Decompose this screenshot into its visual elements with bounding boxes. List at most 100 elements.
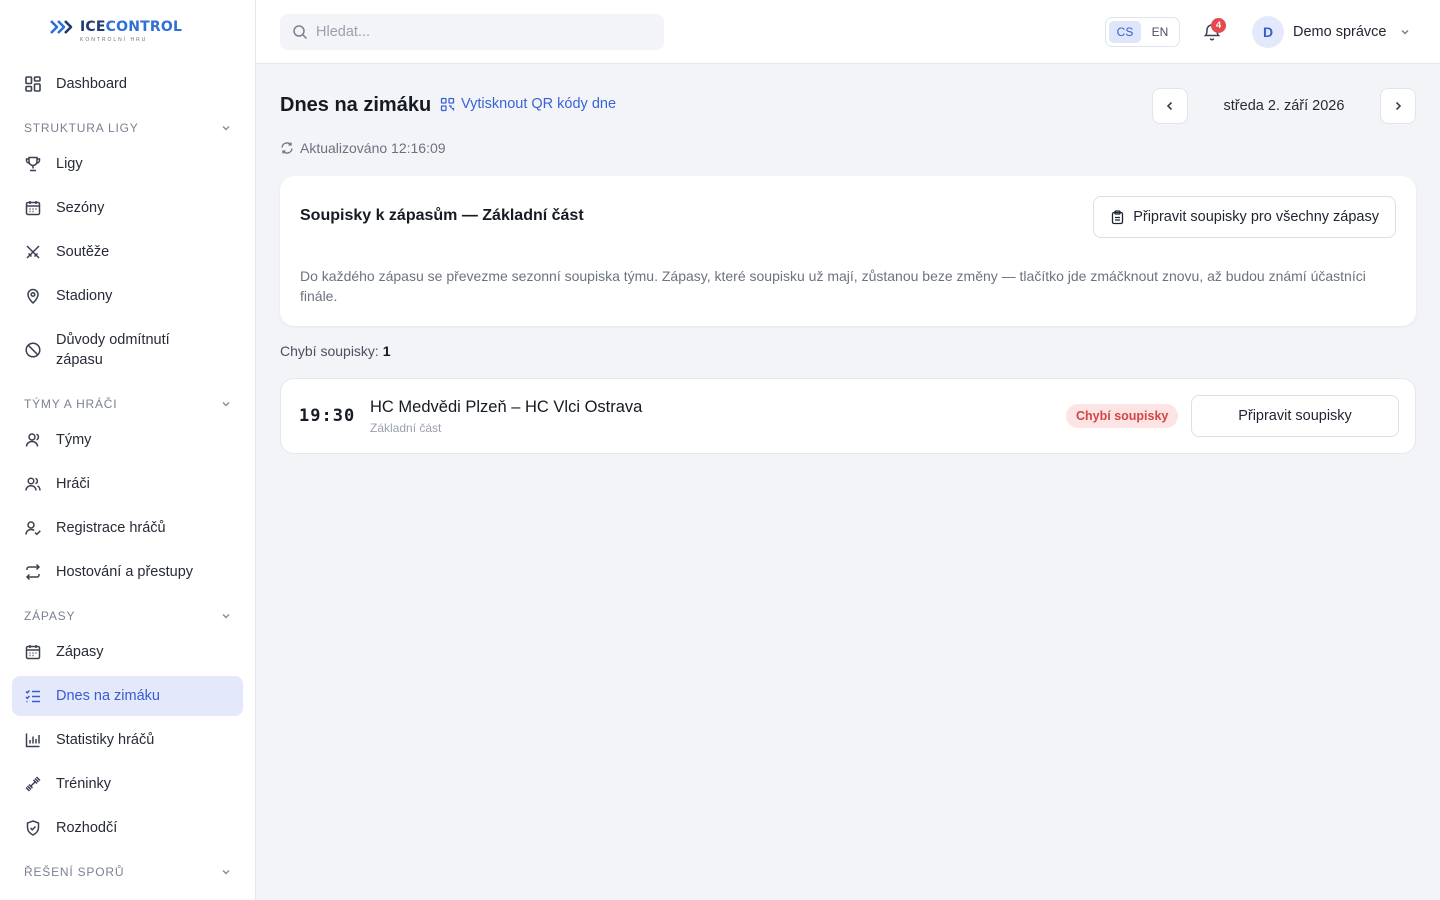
rosters-card-title: Soupisky k zápasům — Základní část [300, 207, 584, 224]
sidebar-item-label: Soutěže [56, 244, 110, 260]
sidebar-item-label: Tréninky [56, 776, 112, 792]
chevron-down-icon [222, 401, 230, 407]
sidebar-item-rejection-reasons[interactable]: Důvody odmítnutí zápasu [12, 322, 243, 378]
sidebar-item-today-on-ice[interactable]: Dnes na zimáku [12, 676, 243, 716]
prepare-rosters-button[interactable]: Připravit soupisky [1191, 395, 1399, 437]
missing-rosters-summary: Chybí soupisky: 1 [280, 343, 391, 359]
rosters-card-description: Do každého zápasu se převezme sezonní so… [300, 268, 1366, 304]
sidebar-item-player-registration[interactable]: Registrace hráčů [12, 510, 243, 546]
print-qr-codes-label: Vytisknout QR kódy dne [461, 96, 617, 112]
clipboard-list-icon [1112, 209, 1124, 224]
sidebar-item-label: Zápasy [56, 644, 104, 660]
sidebar-item-label: Statistiky hráčů [56, 732, 155, 748]
section-title: TÝMY A HRÁČI [24, 397, 118, 411]
qr-code-icon [440, 97, 455, 111]
map-pin-icon [24, 287, 42, 305]
sidebar-item-matches[interactable]: Zápasy [12, 634, 243, 670]
chevron-down-icon [222, 869, 230, 875]
sidebar-item-label: Důvody odmítnutí zápasu [56, 332, 170, 368]
match-time: 19:30 [299, 406, 356, 426]
sidebar-item-players[interactable]: Hráči [12, 466, 243, 502]
language-option-cs[interactable]: CS [1109, 21, 1141, 43]
sidebar-item-label: Rozhodčí [56, 820, 118, 836]
dashboard-grid-icon [24, 75, 42, 93]
sidebar-item-player-stats[interactable]: Statistiky hráčů [12, 722, 243, 758]
section-title: STRUKTURA LIGY [24, 121, 139, 135]
sidebar-item-dashboard[interactable]: Dashboard [12, 66, 243, 102]
refresh-icon[interactable] [280, 141, 294, 155]
language-option-en[interactable]: EN [1144, 21, 1176, 43]
logo-chevrons-icon [50, 19, 74, 35]
next-day-button[interactable] [1379, 88, 1416, 124]
sidebar-item-label: Týmy [56, 432, 92, 448]
user-name: Demo správce [1293, 24, 1387, 40]
sidebar-item-leagues[interactable]: Ligy [12, 146, 243, 182]
sidebar-item-loans-transfers[interactable]: Hostování a přestupy [12, 554, 243, 590]
users-icon [24, 475, 42, 493]
match-part: Základní část [370, 421, 442, 435]
calendar-icon [24, 199, 42, 217]
sidebar-item-teams[interactable]: Týmy [12, 422, 243, 458]
user-icon [24, 431, 42, 449]
missing-rosters-label: Chybí soupisky: [280, 343, 379, 359]
sidebar-item-label: Stadiony [56, 288, 113, 304]
sidebar-item-label: Sezóny [56, 200, 105, 216]
print-qr-codes-link[interactable]: Vytisknout QR kódy dne [440, 96, 616, 112]
sidebar-item-trainings[interactable]: Tréninky [12, 766, 243, 802]
app-logo[interactable]: ICECONTROL KONTROLNÍ HRU [50, 18, 182, 46]
match-row: 19:30 HC Medvědi Plzeň – HC Vlci Ostrava… [280, 378, 1416, 454]
sidebar-item-seasons[interactable]: Sezóny [12, 190, 243, 226]
ban-icon [24, 341, 42, 359]
language-switcher: CS EN [1105, 17, 1180, 47]
date-navigator: středa 2. září 2026 [1152, 88, 1416, 124]
dumbbell-icon [24, 775, 42, 793]
top-bar: CS EN 4 D Demo správce [256, 0, 1440, 64]
search-box[interactable] [280, 14, 664, 50]
sidebar-item-stadiums[interactable]: Stadiony [12, 278, 243, 314]
sidebar-item-label: Registrace hráčů [56, 520, 166, 536]
section-title: ŘEŠENÍ SPORŮ [24, 865, 125, 879]
prepare-all-rosters-label: Připravit soupisky pro všechny zápasy [1133, 209, 1379, 225]
search-input[interactable] [316, 24, 636, 40]
match-teams: HC Medvědi Plzeň – HC Vlci Ostrava [370, 398, 643, 416]
section-header-league-structure[interactable]: STRUKTURA LIGY [24, 120, 232, 136]
list-check-icon [24, 687, 42, 705]
section-title: ZÁPASY [24, 609, 76, 623]
logo-name: ICECONTROL [80, 19, 183, 35]
missing-rosters-count: 1 [382, 343, 391, 359]
chevron-down-icon [1401, 29, 1410, 35]
user-check-icon [24, 519, 42, 537]
trophy-icon [24, 155, 42, 173]
logo-tagline: KONTROLNÍ HRU [80, 37, 148, 43]
chevron-right-icon [1395, 101, 1402, 111]
search-icon [293, 25, 308, 40]
sidebar-item-referees[interactable]: Rozhodčí [12, 810, 243, 846]
page-title: Dnes na zimáku [280, 94, 432, 116]
last-updated: Aktualizováno 12:16:09 [280, 140, 446, 156]
shield-check-icon [24, 819, 42, 837]
chevron-down-icon [222, 125, 230, 131]
section-header-disputes[interactable]: ŘEŠENÍ SPORŮ [24, 864, 232, 880]
user-menu[interactable]: D Demo správce [1252, 16, 1411, 48]
status-badge: Chybí soupisky [1066, 404, 1179, 428]
arrows-swap-icon [24, 563, 42, 581]
avatar: D [1252, 16, 1284, 48]
sidebar-item-label: Ligy [56, 156, 83, 172]
notifications-count-badge: 4 [1211, 18, 1226, 33]
sidebar-item-competitions[interactable]: Soutěže [12, 234, 243, 270]
previous-day-button[interactable] [1152, 88, 1188, 124]
last-updated-text: Aktualizováno 12:16:09 [300, 140, 446, 156]
bar-chart-icon [24, 731, 42, 749]
section-header-teams-players[interactable]: TÝMY A HRÁČI [24, 396, 232, 412]
rosters-card: Soupisky k zápasům — Základní část Připr… [280, 176, 1416, 326]
calendar-icon [24, 643, 42, 661]
section-header-matches[interactable]: ZÁPASY [24, 608, 232, 624]
sidebar-item-label: Hráči [56, 476, 90, 492]
current-date: středa 2. září 2026 [1223, 98, 1345, 114]
prepare-all-rosters-button[interactable]: Připravit soupisky pro všechny zápasy [1093, 196, 1396, 238]
sidebar-item-label: Hostování a přestupy [56, 564, 194, 580]
sidebar: ICECONTROL KONTROLNÍ HRU Dashboard STRUK… [0, 0, 256, 900]
chevron-down-icon [222, 613, 230, 619]
crossed-swords-icon [24, 243, 42, 261]
chevron-left-icon [1166, 101, 1173, 111]
